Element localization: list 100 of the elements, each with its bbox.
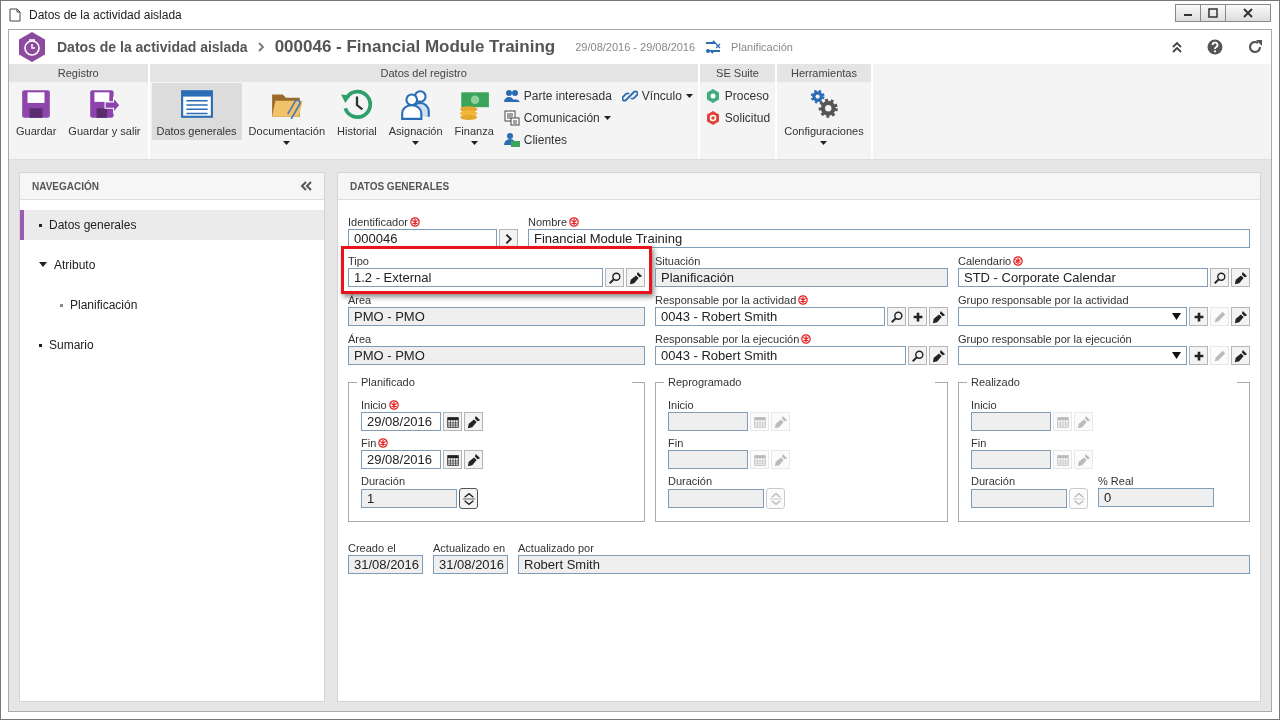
ribbon-button[interactable]: Guardar y salir xyxy=(63,83,146,140)
up-down-arrows-icon xyxy=(1071,491,1086,506)
calendar-button[interactable] xyxy=(443,450,462,469)
input-field[interactable] xyxy=(971,450,1051,469)
nav-item[interactable]: Planificación xyxy=(20,290,324,320)
hexagon-icon xyxy=(704,110,721,126)
clear-button[interactable] xyxy=(1231,268,1250,287)
input-field[interactable]: 0 xyxy=(1098,488,1214,507)
breadcrumb-parent[interactable]: Datos de la actividad aislada xyxy=(57,39,248,55)
clear-button[interactable] xyxy=(464,450,483,469)
field-label: Fin xyxy=(668,436,684,449)
maximize-button[interactable] xyxy=(1200,4,1226,22)
input-field[interactable]: 31/08/2016 xyxy=(348,555,423,574)
search-button[interactable] xyxy=(605,268,624,287)
brush-icon xyxy=(931,348,946,363)
input-field[interactable]: 29/08/2016 xyxy=(361,412,441,431)
field-label: Grupo responsable por la actividad xyxy=(958,293,1129,306)
refresh-icon[interactable] xyxy=(1247,39,1263,55)
ribbon-button[interactable]: Documentación xyxy=(243,83,331,148)
minimize-button[interactable] xyxy=(1175,4,1201,22)
clear-button[interactable] xyxy=(929,307,948,326)
ribbon-button[interactable]: Solicitud xyxy=(701,107,774,129)
people-icon xyxy=(503,88,520,104)
input-field[interactable]: 29/08/2016 xyxy=(361,450,441,469)
ribbon-button[interactable]: Asignación xyxy=(383,83,448,148)
close-button[interactable] xyxy=(1225,4,1271,22)
ribbon-button[interactable]: Datos generales xyxy=(151,83,242,140)
input-field[interactable]: 0043 - Robert Smith xyxy=(655,346,906,365)
ribbon-button[interactable]: Historial xyxy=(332,83,382,140)
calendar-icon xyxy=(1055,414,1070,429)
brush-icon xyxy=(628,270,643,285)
ribbon-button[interactable]: Configuraciones xyxy=(779,83,869,148)
fieldset-legend: Realizado xyxy=(969,376,1022,388)
add-button[interactable] xyxy=(1189,346,1208,365)
ribbon-button[interactable]: Vínculo xyxy=(618,85,696,107)
input-field[interactable]: 1 xyxy=(361,489,457,508)
date-range: 29/08/2016 - 29/08/2016 xyxy=(575,41,696,53)
close-icon xyxy=(1243,8,1253,18)
collapse-up-icon[interactable] xyxy=(1171,41,1183,53)
clear-button[interactable] xyxy=(626,268,645,287)
input-field[interactable]: PMO - PMO xyxy=(348,346,645,365)
search-icon xyxy=(889,309,904,324)
ribbon-button[interactable]: Proceso xyxy=(701,85,774,107)
expand-triangle-icon[interactable] xyxy=(39,261,47,269)
ribbon-button[interactable]: Finanza xyxy=(449,83,499,148)
clear-button[interactable] xyxy=(929,346,948,365)
calendar-icon xyxy=(445,452,460,467)
chain-link-icon xyxy=(621,88,638,104)
input-field[interactable]: PMO - PMO xyxy=(348,307,645,326)
ribbon-group-label: Herramientas xyxy=(777,64,871,82)
clear-button[interactable] xyxy=(1231,307,1250,326)
field-label: Inicio xyxy=(668,398,694,411)
clear-button[interactable] xyxy=(464,412,483,431)
maximize-icon xyxy=(1208,8,1218,18)
search-button[interactable] xyxy=(887,307,906,326)
input-field[interactable] xyxy=(668,489,764,508)
spin-button[interactable] xyxy=(459,488,478,509)
input-field[interactable] xyxy=(668,450,748,469)
panel-title: NAVEGACIÓN xyxy=(32,180,100,192)
document-icon xyxy=(9,8,21,22)
field-label: Área xyxy=(348,293,372,306)
record-title: 000046 - Financial Module Training xyxy=(274,37,556,57)
clear-button[interactable] xyxy=(1231,346,1250,365)
add-button[interactable] xyxy=(1189,307,1208,326)
input-field[interactable]: Robert Smith xyxy=(518,555,1250,574)
field-label: Fin xyxy=(361,436,377,449)
hexagon-clock-icon xyxy=(17,31,47,63)
search-button[interactable] xyxy=(1210,268,1229,287)
input-field[interactable]: Planificación xyxy=(655,268,948,287)
nav-item[interactable]: Datos generales xyxy=(20,210,324,240)
ribbon-button[interactable]: Parte interesada xyxy=(500,85,615,107)
ribbon-group-label: Registro xyxy=(9,64,148,82)
field-label: Inicio xyxy=(361,398,387,411)
search-button[interactable] xyxy=(908,346,927,365)
input-field[interactable] xyxy=(971,412,1051,431)
fieldset-legend: Planificado xyxy=(359,376,417,388)
input-field[interactable]: 1.2 - External xyxy=(348,268,603,287)
dropdown-field[interactable] xyxy=(958,346,1187,365)
ribbon-button[interactable]: Guardar xyxy=(11,83,62,140)
calendar-button[interactable] xyxy=(443,412,462,431)
nav-item[interactable]: Sumario xyxy=(20,330,324,360)
field-label: Situación xyxy=(655,254,701,267)
ribbon-button[interactable]: Clientes xyxy=(500,129,615,151)
input-field[interactable] xyxy=(668,412,748,431)
dropdown-field[interactable] xyxy=(958,307,1187,326)
nav-item[interactable]: Atributo xyxy=(20,250,324,280)
field-label: Fin xyxy=(971,436,987,449)
field-label: Calendario xyxy=(958,254,1012,267)
add-button[interactable] xyxy=(908,307,927,326)
brush-icon xyxy=(773,414,788,429)
collapse-left-icon[interactable] xyxy=(300,181,312,191)
input-field[interactable]: 31/08/2016 xyxy=(433,555,508,574)
ribbon-button[interactable]: Comunicación xyxy=(500,107,615,129)
input-field[interactable]: Financial Module Training xyxy=(528,229,1250,248)
help-icon[interactable] xyxy=(1207,39,1223,55)
input-field[interactable]: STD - Corporate Calendar xyxy=(958,268,1208,287)
brush-icon xyxy=(1076,452,1091,467)
input-field[interactable] xyxy=(971,489,1067,508)
brush-icon xyxy=(466,452,481,467)
input-field[interactable]: 0043 - Robert Smith xyxy=(655,307,885,326)
